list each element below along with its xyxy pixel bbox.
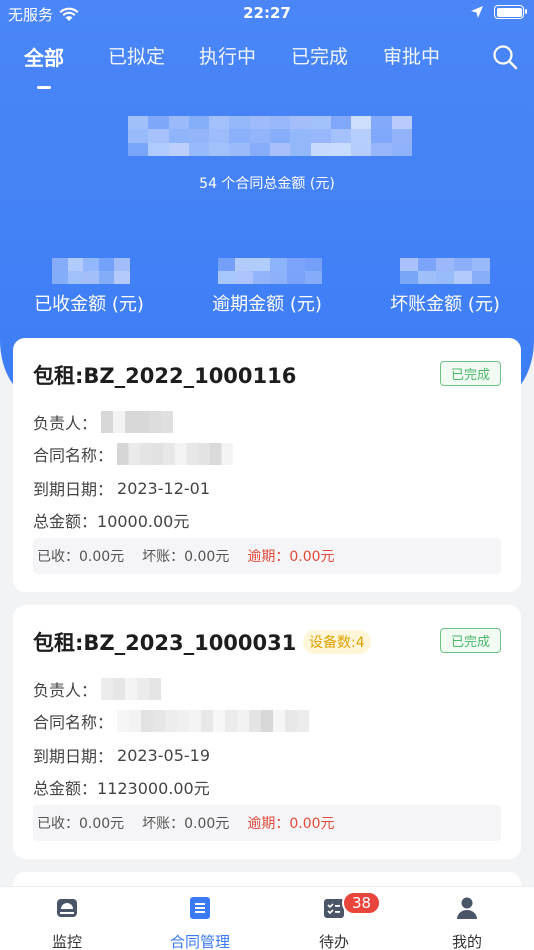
bad-debt-amount-redacted (400, 258, 490, 284)
nav-label: 合同管理 (169, 933, 230, 950)
contract-name-value-redacted (117, 710, 310, 732)
location-arrow-icon (471, 6, 483, 18)
contract-name-value-redacted (117, 443, 234, 465)
due-date-value: 2023-12-01 (117, 478, 210, 498)
tab-completed[interactable]: 已完成 (291, 42, 348, 69)
active-tab-indicator (37, 86, 51, 89)
due-date-field: 到期日期： 2023-12-01 (33, 476, 210, 500)
owner-value-redacted (101, 411, 174, 433)
payment-summary: 已收：0.00元 坏账：0.00元 逾期：0.00元 (33, 538, 501, 574)
due-date-label: 到期日期： (33, 480, 114, 499)
due-date-label: 到期日期： (33, 747, 114, 766)
total-amount-field: 总金额： 10000.00元 (33, 508, 189, 532)
received-amount-redacted (52, 258, 130, 284)
nav-todo[interactable]: 待办 38 (284, 891, 384, 950)
nav-label: 待办 (318, 933, 349, 950)
tab-pending-approval[interactable]: 审批中 (383, 42, 440, 69)
contract-icon (190, 897, 210, 919)
contract-name-label: 合同名称： (33, 713, 114, 732)
nav-contract-management[interactable]: 合同管理 (150, 895, 250, 950)
overdue-value: 逾期：0.00元 (247, 549, 335, 565)
overdue-amount-redacted (218, 258, 322, 284)
contract-name-label: 合同名称： (33, 446, 114, 465)
contract-title: 包租:BZ_2022_1000116 (33, 364, 297, 388)
tab-all[interactable]: 全部 (24, 42, 64, 71)
nav-label: 我的 (451, 933, 482, 950)
contract-name-field: 合同名称： (33, 442, 234, 466)
battery-icon (494, 5, 527, 19)
bad-debt-amount-label: 坏账金额 (元) (390, 294, 500, 315)
filter-tabs: 全部 已拟定 执行中 已完成 审批中 (0, 42, 534, 82)
clock: 22:27 (243, 4, 291, 22)
status-badge: 已完成 (439, 628, 501, 653)
nav-label: 监控 (51, 933, 82, 950)
todo-count-badge: 38 (342, 891, 382, 915)
total-amount-caption: 54 个合同总金额 (元) (199, 176, 335, 192)
monitor-icon (57, 899, 77, 917)
total-amount-field: 总金额： 1123000.00元 (33, 775, 210, 799)
total-amount-value: 10000.00元 (97, 512, 190, 531)
total-amount-label: 总金额： (33, 779, 98, 798)
status-bar: 无服务 22:27 (0, 0, 534, 26)
device-count-badge: 设备数:4 (303, 630, 371, 654)
owner-label: 负责人： (33, 414, 98, 433)
total-amount-value: 1123000.00元 (97, 779, 210, 798)
total-amount-redacted (128, 116, 412, 156)
tab-in-progress[interactable]: 执行中 (199, 42, 256, 69)
overdue-amount-label: 逾期金额 (元) (212, 294, 322, 315)
nav-monitor[interactable]: 监控 (17, 895, 117, 950)
contract-name-field: 合同名称： (33, 709, 310, 733)
bad-debt-value: 坏账：0.00元 (142, 549, 230, 565)
due-date-field: 到期日期： 2023-05-19 (33, 743, 210, 767)
payment-summary: 已收：0.00元 坏账：0.00元 逾期：0.00元 (33, 805, 501, 841)
contract-title: 包租:BZ_2023_1000031 (33, 631, 297, 655)
overdue-value: 逾期：0.00元 (247, 816, 335, 832)
owner-field: 负责人： (33, 410, 174, 434)
owner-field: 负责人： (33, 677, 162, 701)
received-value: 已收：0.00元 (37, 549, 125, 565)
owner-label: 负责人： (33, 681, 98, 700)
received-value: 已收：0.00元 (37, 816, 125, 832)
bottom-navigation: 监控 合同管理 待办 38 我的 (0, 886, 534, 950)
owner-value-redacted (101, 678, 162, 700)
search-icon[interactable] (492, 44, 518, 70)
user-icon (457, 897, 477, 919)
due-date-value: 2023-05-19 (117, 745, 210, 765)
status-badge: 已完成 (439, 361, 501, 386)
contract-card[interactable]: 包租:BZ_2022_1000116 已完成 负责人： 合同名称： 到期日期： … (13, 338, 521, 592)
nav-profile[interactable]: 我的 (417, 895, 517, 950)
contract-card[interactable]: 包租:BZ_2023_1000031 设备数:4 已完成 负责人： 合同名称： … (13, 605, 521, 859)
total-amount-label: 总金额： (33, 512, 98, 531)
bad-debt-value: 坏账：0.00元 (142, 816, 230, 832)
tab-drafted[interactable]: 已拟定 (108, 42, 165, 69)
received-amount-label: 已收金额 (元) (34, 294, 144, 315)
